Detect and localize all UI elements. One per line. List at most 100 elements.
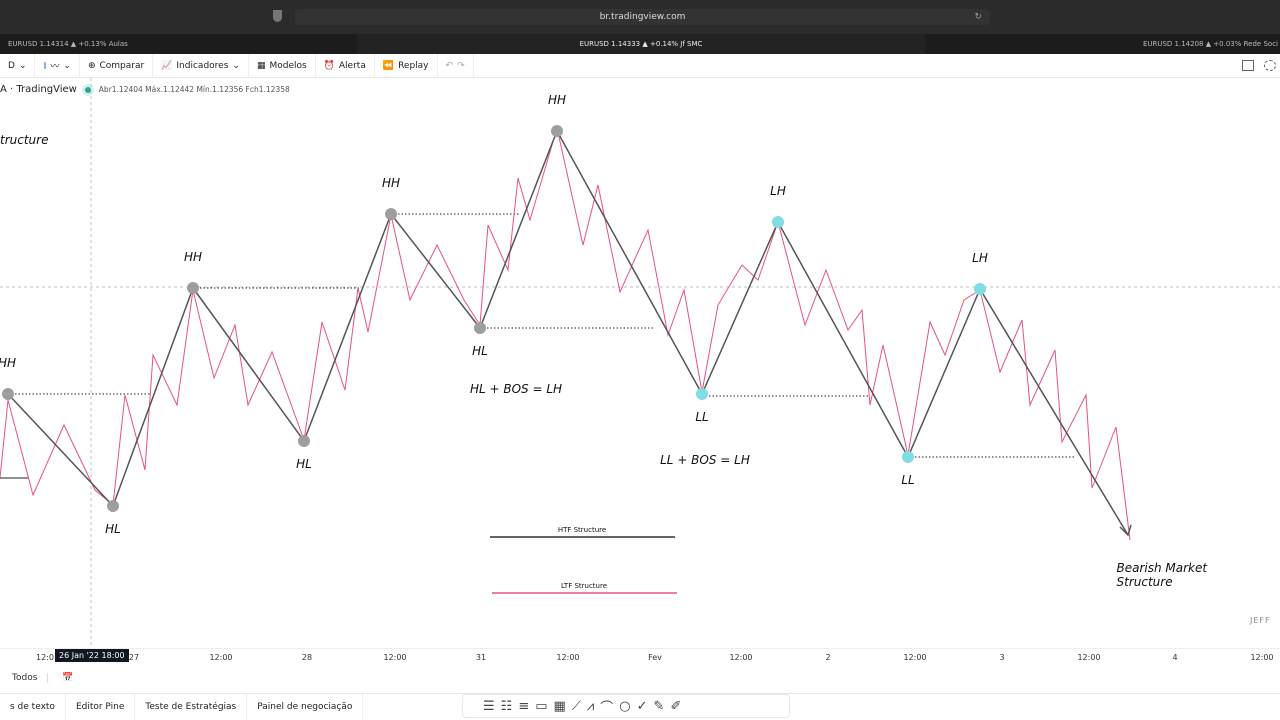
indicators-label: Indicadores — [176, 60, 229, 71]
curve-icon[interactable]: ⌒ — [600, 697, 613, 716]
swing-point-hh — [2, 388, 14, 400]
htf-structure-line — [7, 129, 1129, 536]
tab-trading-panel[interactable]: Painel de negociação — [247, 694, 364, 720]
indicators-icon: 📈 — [161, 60, 173, 71]
alert-button[interactable]: ⏰ Alerta — [316, 53, 375, 78]
time-tick: 31 — [475, 653, 487, 662]
bearish-label: Bearish Market Structure — [1116, 561, 1208, 589]
line-icon: 〰 — [50, 62, 60, 72]
time-tick: 12:0 — [36, 653, 54, 662]
rewind-icon: ⏪ — [382, 60, 395, 71]
grid-icon: ▦ — [256, 60, 266, 71]
label-ll: LL — [901, 473, 915, 487]
swing-point-hl — [474, 322, 486, 334]
time-tick: 12:00 — [729, 653, 753, 662]
tab-strategy-tester[interactable]: Teste de Estratégias — [135, 694, 248, 720]
swing-point-ll — [696, 388, 708, 400]
tab-jf-smc[interactable]: EURUSD 1.14333 ▲ +0.14% Jf SMC — [357, 34, 925, 54]
time-tick: 3 — [999, 653, 1005, 662]
parallel-channel-icon[interactable]: ☰ — [483, 699, 495, 714]
watermark-logo: JEFF — [1250, 616, 1271, 625]
undo-icon[interactable]: ↶ — [446, 61, 454, 71]
templates-button[interactable]: ▦ Modelos — [249, 53, 316, 78]
label-hh: HH — [381, 176, 401, 190]
swing-point-lh — [772, 216, 784, 228]
alert-label: Alerta — [338, 60, 366, 71]
chart-toolbar: D ⌄ ⫾ 〰 ⌄ ⊕ Comparar 📈 Indicadores ⌄ ▦ Mode… — [0, 53, 1280, 78]
rule-ll-bos: LL + BOS = LH — [660, 453, 750, 467]
alarm-icon: ⏰ — [323, 60, 335, 71]
interval-select[interactable]: D ⌄ — [0, 53, 36, 78]
plus-circle-icon: ⊕ — [87, 60, 96, 71]
swing-point-hl — [107, 500, 119, 512]
time-tick: 4 — [1172, 653, 1178, 662]
time-tick: 12:00 — [1077, 653, 1101, 662]
range-all[interactable]: Todos — [0, 673, 47, 683]
label-hh: HH — [547, 93, 567, 107]
label-lh: LH — [972, 251, 988, 265]
time-tick: 12:00 — [903, 653, 927, 662]
polyline-icon[interactable]: ✓ — [637, 699, 648, 714]
trend-line-icon[interactable]: ⟋ — [572, 699, 581, 714]
indicators-button[interactable]: 📈 Indicadores ⌄ — [153, 53, 249, 78]
swing-point-lh — [974, 283, 986, 295]
templates-label: Modelos — [269, 60, 307, 71]
htf-legend-label: HTF Structure — [557, 526, 607, 534]
label-lh: LH — [770, 184, 786, 198]
label-ll: LL — [695, 410, 709, 424]
time-tick: 2 — [825, 653, 831, 662]
replay-button[interactable]: ⏪ Replay — [375, 53, 438, 78]
time-tick: 12:00 — [556, 653, 580, 662]
gann-grid-icon[interactable]: ▦ — [554, 699, 566, 714]
tab-aulas[interactable]: EURUSD 1.14314 ▲ +0.13% Aulas — [0, 34, 357, 54]
crosshair-time-label: 26 Jan '22 18:00 — [55, 649, 129, 662]
tab-rede-social[interactable]: EURUSD 1.14208 ▲ +0.03% Rede Soci — [925, 34, 1280, 54]
swing-point-hh — [385, 208, 397, 220]
label-hl: HL — [105, 522, 121, 536]
time-tick: 12:00 — [383, 653, 407, 662]
compare-label: Comparar — [99, 60, 145, 71]
range-bar: Todos 📅 — [0, 668, 74, 688]
interval-label: D — [8, 60, 15, 71]
snapshot-icon[interactable] — [1264, 60, 1276, 71]
compare-button[interactable]: ⊕ Comparar — [80, 53, 154, 78]
time-tick: 12:00 — [1250, 653, 1274, 662]
swing-point-hl — [298, 435, 310, 447]
time-tick: 12:00 — [209, 653, 233, 662]
fullscreen-icon[interactable] — [1242, 60, 1254, 71]
drawing-toolbar: ☰ ☷ ≡ ▭ ▦ ⟋ ⩘ ⌒ ○ ✓ ✎ ✐ — [462, 694, 790, 718]
title-partial: tructure — [0, 133, 49, 147]
rectangle-icon[interactable]: ▭ — [535, 699, 547, 714]
time-tick: 28 — [301, 653, 313, 662]
undo-redo[interactable]: ↶ ↷ — [438, 53, 474, 78]
redo-icon[interactable]: ↷ — [457, 61, 465, 71]
brush-icon[interactable]: ✎ — [654, 699, 665, 714]
address-bar[interactable]: br.tradingview.com ↻ — [295, 9, 990, 25]
calendar-icon[interactable]: 📅 — [47, 673, 74, 683]
chart-type-select[interactable]: ⫾ 〰 ⌄ — [35, 53, 80, 78]
regression-icon[interactable]: ☷ — [501, 699, 513, 714]
fib-icon[interactable]: ≡ — [518, 699, 529, 714]
label-hh: HH — [0, 356, 17, 370]
swing-point-hh — [551, 125, 563, 137]
time-tick: Fev — [648, 653, 662, 662]
rule-hl-bos: HL + BOS = LH — [469, 382, 563, 396]
browser-bar: br.tradingview.com ↻ — [0, 0, 1280, 34]
shield-icon[interactable] — [273, 10, 282, 22]
chart-canvas[interactable] — [0, 78, 1280, 648]
browser-tabs: EURUSD 1.14314 ▲ +0.13% Aulas EURUSD 1.1… — [0, 34, 1280, 54]
swing-point-ll — [902, 451, 914, 463]
marker-icon[interactable]: ✐ — [670, 699, 681, 714]
replay-label: Replay — [398, 60, 429, 71]
label-hl: HL — [296, 457, 312, 471]
candles-icon: ⫾ — [43, 60, 47, 71]
label-hh: HH — [183, 250, 203, 264]
path-icon[interactable]: ⩘ — [587, 699, 594, 714]
tab-pine-editor[interactable]: Editor Pine — [66, 694, 136, 720]
label-hl: HL — [472, 344, 488, 358]
reload-icon[interactable]: ↻ — [974, 9, 982, 25]
time-axis[interactable]: 12:0 27 12:00 28 12:00 31 12:00 Fev 12:00 2 12:00 3… — [0, 648, 1280, 666]
ltf-legend-label: LTF Structure — [560, 582, 608, 590]
tab-text-notes[interactable]: s de texto — [0, 694, 66, 720]
circle-icon[interactable]: ○ — [619, 699, 630, 714]
